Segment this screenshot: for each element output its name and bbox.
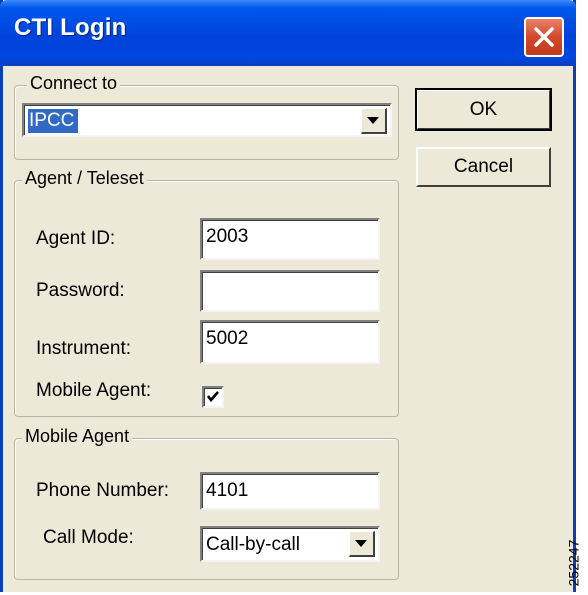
instrument-field[interactable]: 5002 [200,320,380,364]
window-title: CTI Login [14,14,127,41]
ok-button-label: OK [469,99,498,120]
mobile-agent-legend: Mobile Agent [22,426,133,447]
call-mode-value: Call-by-call [206,534,300,555]
phone-number-field[interactable]: 4101 [200,472,380,510]
connect-to-value: IPCC [28,109,79,133]
connect-dropdown-button[interactable] [361,108,387,134]
checkmark-icon [206,391,219,403]
call-mode-label: Call Mode: [43,527,134,548]
connect-to-legend: Connect to [27,73,121,94]
close-button[interactable] [524,17,564,57]
phone-number-label: Phone Number: [36,480,170,501]
figure-id-watermark: 252247 [565,535,588,595]
password-label: Password: [36,280,125,301]
password-field[interactable] [200,270,380,312]
call-mode-dropdown-button[interactable] [349,531,375,557]
cancel-button-label: Cancel [453,156,514,177]
chevron-down-icon [367,117,379,124]
call-mode-select[interactable]: Call-by-call [200,526,380,562]
title-bar[interactable]: CTI Login [0,0,576,66]
agent-teleset-legend: Agent / Teleset [22,168,147,189]
close-icon [534,27,554,47]
mobile-agent-checkbox[interactable] [202,386,224,408]
figure-id-text: 252247 [565,539,582,587]
agent-id-field[interactable]: 2003 [200,218,380,260]
cti-login-dialog: CTI Login Connect to IPCC OK Cancel Agen… [0,0,576,592]
mobile-agent-label: Mobile Agent: [36,380,152,401]
connect-to-select[interactable]: IPCC [22,103,392,137]
chevron-down-icon [355,540,367,547]
agent-id-label: Agent ID: [36,228,116,249]
instrument-label: Instrument: [36,338,132,359]
ok-button[interactable]: OK [415,88,552,131]
cancel-button[interactable]: Cancel [416,147,551,187]
